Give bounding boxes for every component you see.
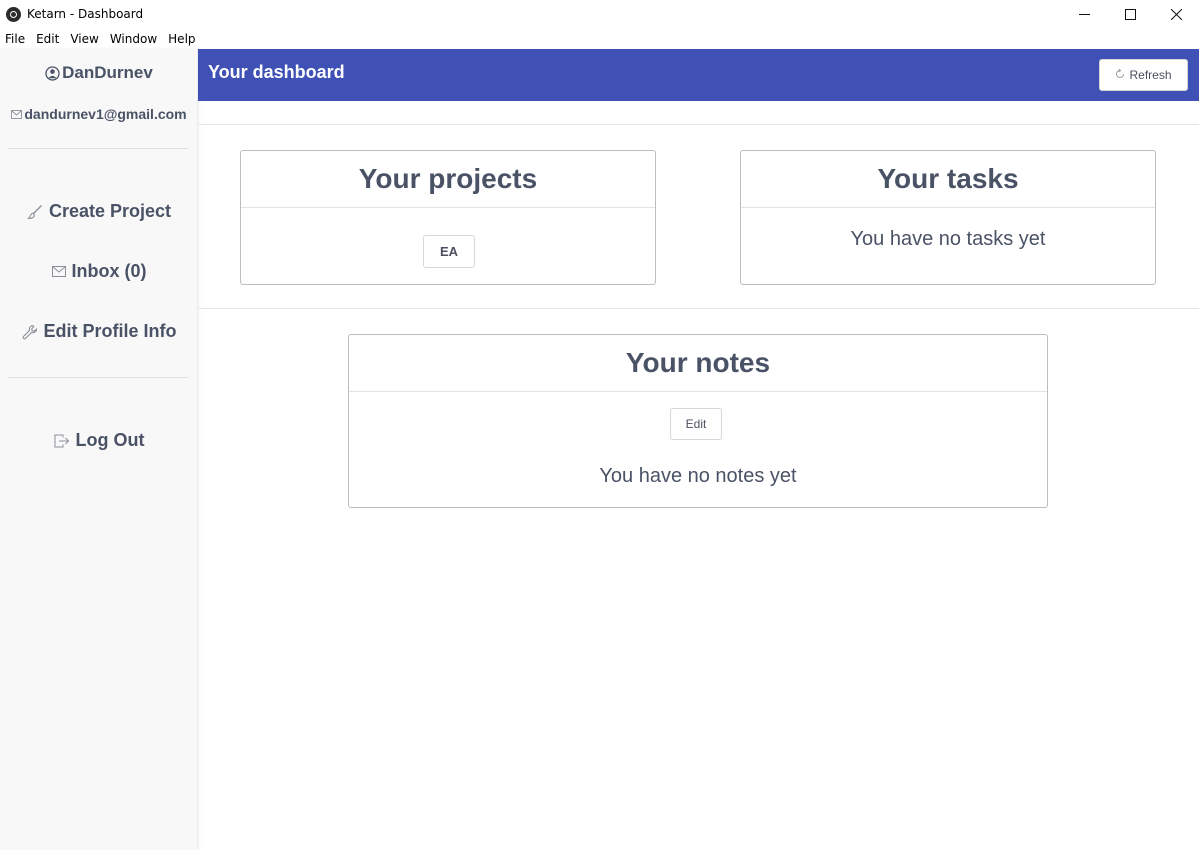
tasks-empty-message: You have no tasks yet: [850, 228, 1046, 250]
refresh-button[interactable]: Refresh: [1099, 59, 1188, 91]
projects-card: Your projects EA: [240, 150, 656, 285]
user-icon: [45, 65, 60, 81]
username-text: DanDurnev: [62, 63, 153, 82]
menu-bar: File Edit View Window Help: [0, 28, 1199, 49]
tasks-card: Your tasks You have no tasks yet: [740, 150, 1156, 285]
window-controls: [1061, 0, 1199, 28]
section-divider: [198, 308, 1199, 309]
app-logo-icon: [6, 6, 21, 22]
sidebar: DanDurnev dandurnev1@gmail.com Create Pr…: [0, 49, 198, 850]
menu-help[interactable]: Help: [163, 32, 201, 46]
logout-icon: [54, 434, 70, 448]
sidebar-divider: [8, 148, 188, 149]
menu-edit[interactable]: Edit: [31, 32, 65, 46]
refresh-label: Refresh: [1129, 68, 1172, 82]
edit-profile-label: Edit Profile Info: [43, 321, 177, 341]
tasks-title: Your tasks: [877, 163, 1019, 194]
brush-icon: [26, 204, 43, 220]
minimize-icon: [1078, 13, 1090, 15]
sidebar-divider: [8, 377, 188, 378]
window-title: Ketarn - Dashboard: [27, 7, 144, 21]
sidebar-item-edit-profile[interactable]: Edit Profile Info: [0, 321, 198, 342]
sidebar-item-inbox[interactable]: Inbox (0): [0, 261, 198, 282]
minimize-button[interactable]: [1061, 0, 1107, 28]
section-divider: [198, 124, 1199, 125]
envelope-icon: [11, 109, 23, 119]
projects-title: Your projects: [358, 163, 538, 194]
logout-label: Log Out: [75, 430, 145, 450]
notes-title: Your notes: [625, 347, 771, 378]
profile-username: DanDurnev: [0, 63, 198, 83]
logout-button[interactable]: Log Out: [0, 430, 198, 451]
sidebar-item-create-project[interactable]: Create Project: [0, 201, 198, 222]
create-project-label: Create Project: [48, 201, 172, 221]
title-bar: Ketarn - Dashboard: [0, 0, 1199, 28]
inbox-label: Inbox (0): [71, 261, 147, 281]
wrench-icon: [22, 324, 38, 340]
refresh-icon: [1115, 68, 1125, 82]
dashboard-header: Your dashboard Refresh: [198, 49, 1199, 101]
email-text: dandurnev1@gmail.com: [24, 106, 187, 122]
maximize-icon: [1124, 8, 1136, 20]
edit-notes-button[interactable]: Edit: [670, 408, 722, 440]
close-button[interactable]: [1153, 0, 1199, 28]
page-title: Your dashboard: [208, 62, 345, 82]
menu-file[interactable]: File: [0, 32, 31, 46]
notes-empty-message: You have no notes yet: [599, 465, 797, 487]
close-icon: [1170, 8, 1182, 20]
maximize-button[interactable]: [1107, 0, 1153, 28]
notes-card-header: Your notes: [349, 335, 1047, 392]
envelope-icon: [51, 266, 66, 277]
menu-view[interactable]: View: [65, 32, 104, 46]
projects-card-header: Your projects: [241, 151, 655, 208]
tasks-card-header: Your tasks: [741, 151, 1155, 208]
project-button-ea[interactable]: EA: [423, 235, 475, 268]
notes-card: Your notes Edit You have no notes yet: [348, 334, 1048, 508]
profile-email: dandurnev1@gmail.com: [0, 106, 198, 122]
menu-window[interactable]: Window: [105, 32, 163, 46]
